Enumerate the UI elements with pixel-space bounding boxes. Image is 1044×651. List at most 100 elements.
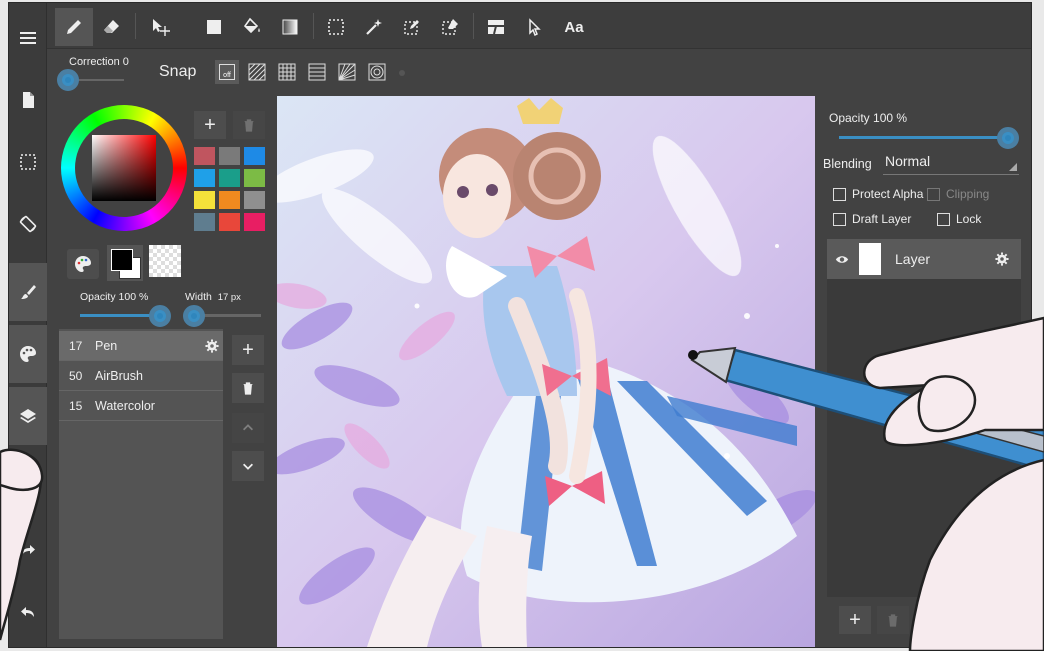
layer-item[interactable]: Layer (827, 239, 1021, 279)
select-rect-icon (328, 19, 344, 35)
brush-item-airbrush[interactable]: 50 AirBrush (59, 361, 223, 391)
redo-icon (22, 545, 35, 555)
clipping-checkbox[interactable]: Clipping (927, 187, 989, 201)
add-swatch-button[interactable]: + (194, 111, 226, 139)
gradient-tool-button[interactable] (271, 8, 309, 46)
brush-opacity-slider-handle[interactable] (149, 305, 171, 327)
undo-button[interactable] (9, 583, 47, 641)
color-swatch[interactable] (244, 147, 265, 165)
color-swatch[interactable] (194, 213, 215, 231)
layer-opacity-slider-track[interactable] (839, 136, 1009, 139)
bucket-tool-button[interactable] (233, 8, 271, 46)
brush-name: Pen (95, 338, 118, 353)
select-eraser-tool-button[interactable] (431, 8, 469, 46)
menu-button[interactable] (9, 9, 47, 67)
transparent-color[interactable] (149, 245, 181, 277)
layer-opacity-label: Opacity 100 % (829, 111, 908, 125)
fill-rect-icon (207, 20, 221, 34)
visibility-toggle[interactable] (835, 254, 849, 265)
brush-opacity-slider-track[interactable] (80, 314, 160, 317)
snap-off-icon: off (219, 64, 235, 80)
snap-grid-button[interactable] (275, 60, 299, 84)
move-brush-up-button[interactable] (232, 413, 264, 443)
lock-checkbox[interactable]: Lock (937, 212, 981, 226)
snap-label: Snap (159, 63, 197, 80)
color-wheel[interactable] (61, 105, 187, 231)
snap-parallel-button[interactable] (245, 60, 269, 84)
trash-icon (243, 382, 253, 395)
rotate-button[interactable] (9, 195, 47, 253)
eraser-tool-button[interactable] (93, 8, 131, 46)
toolbar-divider (135, 13, 136, 39)
pen-tool-button[interactable] (55, 8, 93, 46)
blending-mode-select[interactable]: Normal (883, 153, 1019, 175)
move-brush-down-button[interactable] (232, 451, 264, 481)
add-layer-button[interactable]: + (839, 606, 871, 634)
snap-circle-button[interactable] (365, 60, 389, 84)
snap-perspective-button[interactable] (335, 60, 359, 84)
selection-button[interactable] (9, 133, 47, 191)
select-eraser-icon (442, 19, 458, 35)
color-swatch[interactable] (219, 147, 240, 165)
saturation-value-square[interactable] (92, 135, 156, 201)
trash-icon (888, 614, 898, 627)
palette-button[interactable] (67, 249, 99, 279)
rotate-screen-icon (19, 215, 37, 233)
move-tool-button[interactable] (141, 8, 179, 46)
select-pen-tool-button[interactable] (393, 8, 431, 46)
redo-button[interactable] (9, 521, 47, 579)
layer-panel-button[interactable] (9, 387, 47, 445)
trash-icon (244, 119, 254, 132)
brush-item-watercolor[interactable]: 15 Watercolor (59, 391, 223, 421)
layer-settings-button[interactable] (995, 252, 1009, 266)
snap-off-button[interactable]: off (215, 60, 239, 84)
eye-icon (835, 255, 849, 263)
color-swatch[interactable] (194, 169, 215, 187)
snap-horizontal-button[interactable] (305, 60, 329, 84)
foreground-color[interactable] (111, 249, 133, 271)
color-panel-button[interactable] (9, 325, 47, 383)
artwork (277, 96, 815, 647)
add-brush-button[interactable]: + (232, 335, 264, 365)
delete-swatch-button[interactable] (233, 111, 265, 139)
text-tool-button[interactable]: Aa (555, 8, 593, 46)
fill-rect-tool-button[interactable] (195, 8, 233, 46)
pointer-tool-button[interactable] (515, 8, 553, 46)
file-button[interactable] (9, 71, 47, 129)
color-swatch[interactable] (194, 191, 215, 209)
color-swatch[interactable] (244, 191, 265, 209)
snap-grid-icon (278, 63, 296, 81)
delete-brush-button[interactable] (232, 373, 264, 403)
color-swatch[interactable] (219, 191, 240, 209)
color-swatch[interactable] (244, 213, 265, 231)
draft-layer-checkbox[interactable]: Draft Layer (833, 212, 911, 226)
selection-icon (20, 154, 36, 170)
color-swatch[interactable] (194, 147, 215, 165)
mesh-transform-tool-button[interactable] (477, 8, 515, 46)
layer-panel: Opacity 100 % Blending Normal Protect Al… (817, 95, 1031, 647)
foreground-background-colors[interactable] (107, 245, 143, 281)
delete-layer-button[interactable] (877, 606, 909, 634)
brush-item-pen[interactable]: 17 Pen (59, 331, 223, 361)
protect-alpha-checkbox[interactable]: Protect Alpha (833, 187, 923, 201)
drawing-canvas[interactable] (277, 96, 815, 647)
correction-label: Correction 0 (69, 56, 129, 68)
chevron-down-icon (243, 463, 253, 470)
brush-list: 17 Pen 50 AirBrush 15 Watercolor (59, 329, 223, 639)
brush-size: 17 (69, 338, 83, 353)
layer-options-button[interactable] (915, 606, 947, 634)
select-rect-tool-button[interactable] (317, 8, 355, 46)
brush-settings-button[interactable] (201, 338, 223, 353)
layer-opacity-slider-handle[interactable] (997, 127, 1019, 149)
correction-slider-handle[interactable] (57, 69, 79, 91)
color-swatch[interactable] (219, 169, 240, 187)
eraser-icon (104, 20, 119, 33)
snap-settings-dot[interactable] (399, 70, 405, 76)
brush-width-slider-handle[interactable] (183, 305, 205, 327)
snap-bar: Correction 0 Snap off (47, 49, 1031, 95)
magic-wand-tool-button[interactable] (355, 8, 393, 46)
layer-thumbnail (859, 243, 881, 275)
brush-panel-button[interactable] (9, 263, 47, 321)
color-swatch[interactable] (244, 169, 265, 187)
color-swatch[interactable] (219, 213, 240, 231)
